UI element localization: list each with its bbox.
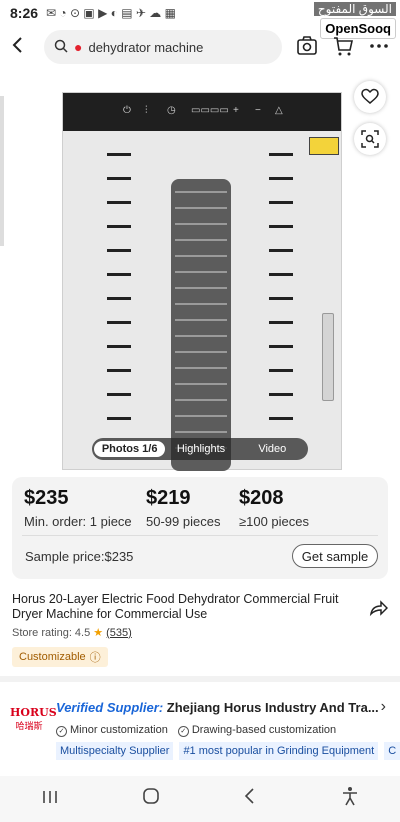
cart-icon[interactable] (332, 35, 356, 59)
customizable-badge[interactable]: Customizable ⓘ (12, 647, 108, 667)
supplier-heading: Verified Supplier: Zhejiang Horus Indust… (56, 700, 379, 715)
rating-count[interactable]: (535) (106, 627, 132, 639)
get-sample-button[interactable]: Get sample (292, 544, 378, 568)
price-divider (22, 535, 378, 536)
capability-label: Minor customization (70, 724, 168, 736)
back-arrow-icon[interactable] (0, 35, 36, 61)
favorite-button[interactable] (354, 81, 386, 113)
status-time: 8:26 (10, 5, 39, 21)
supplier-name: Zhejiang Horus Industry And Tra... (166, 700, 379, 715)
product-title: Horus 20-Layer Electric Food Dehydrator … (12, 592, 339, 621)
supplier-capabilities: ✓ Minor customization ✓ Drawing-based cust… (56, 724, 336, 737)
price-tier: $235 Min. order: 1 piece (24, 487, 132, 529)
viewing-window (171, 179, 231, 471)
tab-video[interactable]: Video (237, 443, 308, 455)
check-icon: ✓ (56, 726, 67, 737)
warning-label (309, 137, 339, 155)
back-nav-icon[interactable] (242, 787, 258, 811)
capability-item: ✓ Drawing-based customization (177, 724, 337, 737)
tab-photos[interactable]: Photos 1/6 (94, 441, 166, 457)
system-nav-bar (0, 776, 400, 822)
product-photo: ⏻ ⫶ ◷ ▭▭▭▭ + − △ (62, 92, 342, 471)
door-handle (322, 313, 334, 401)
supplier-tag: C (384, 742, 400, 760)
chevron-right-icon[interactable]: › (381, 698, 386, 716)
tier-price: $235 (24, 487, 69, 509)
supplier-tags: Multispecialty Supplier #1 most popular … (56, 742, 400, 760)
store-rating: Store rating: 4.5 ★ (535) (12, 626, 132, 640)
image-search-button[interactable] (354, 123, 386, 155)
star-icon: ★ (93, 627, 104, 639)
recent-apps-icon[interactable] (41, 788, 59, 811)
supplier-logo: HORUS 哈瑞斯 (10, 706, 57, 732)
price-card: $235 Min. order: 1 piece $219 50-99 piec… (12, 477, 388, 579)
logo-text: HORUS (10, 706, 57, 719)
gallery-edge (0, 96, 4, 246)
scan-icon (361, 130, 379, 148)
supplier-tag: #1 most popular in Grinding Equipment (179, 742, 379, 760)
accessibility-icon[interactable] (341, 786, 359, 812)
store-rating-label: Store rating: (12, 626, 72, 639)
supplier-tag: Multispecialty Supplier (56, 742, 174, 760)
sample-price: Sample price:$235 (25, 549, 134, 564)
search-icon (54, 39, 68, 56)
capability-item: ✓ Minor customization (56, 724, 168, 737)
customizable-label: Customizable (19, 651, 86, 663)
price-tier: $219 50-99 pieces (146, 487, 220, 529)
camera-search-icon[interactable] (296, 35, 320, 59)
search-input[interactable]: ● dehydrator machine (44, 30, 282, 64)
media-tabs: Photos 1/6 Highlights Video (92, 438, 308, 460)
search-query: dehydrator machine (88, 39, 204, 55)
apple-icon: ● (74, 39, 83, 55)
control-panel: ⏻ ⫶ ◷ ▭▭▭▭ + − △ (63, 93, 341, 131)
share-icon[interactable] (368, 598, 389, 618)
check-icon: ✓ (177, 726, 189, 737)
tier-price: $208 (239, 487, 284, 509)
tab-highlights[interactable]: Highlights (165, 443, 236, 455)
verified-supplier-label: Verified Supplier: (56, 700, 164, 715)
logo-subtext: 哈瑞斯 (15, 721, 43, 731)
notification-icons: ✉ ◔ ⊙ ▣ ▶ ◐ ▤ ✈ ☁ ▦ (46, 6, 176, 20)
supplier-section[interactable]: HORUS 哈瑞斯 Verified Supplier: Zhejiang Ho… (0, 684, 400, 764)
capability-label: Drawing-based customization (191, 724, 337, 736)
info-icon: ⓘ (89, 652, 101, 664)
tier-price: $219 (146, 487, 191, 509)
price-tier: $208 ≥100 pieces (239, 487, 309, 529)
more-menu-icon[interactable] (368, 35, 392, 59)
section-separator (0, 676, 400, 682)
tier-quantity: ≥100 pieces (239, 514, 310, 529)
heart-icon (361, 88, 379, 104)
tier-quantity: 50-99 pieces (146, 514, 221, 529)
tier-quantity: Min. order: 1 piece (24, 514, 132, 529)
home-icon[interactable] (142, 787, 160, 811)
search-header: ● dehydrator machine (0, 30, 400, 66)
rating-value: 4.5 (74, 626, 91, 639)
watermark-arabic: السوق المفتوح (313, 2, 396, 16)
